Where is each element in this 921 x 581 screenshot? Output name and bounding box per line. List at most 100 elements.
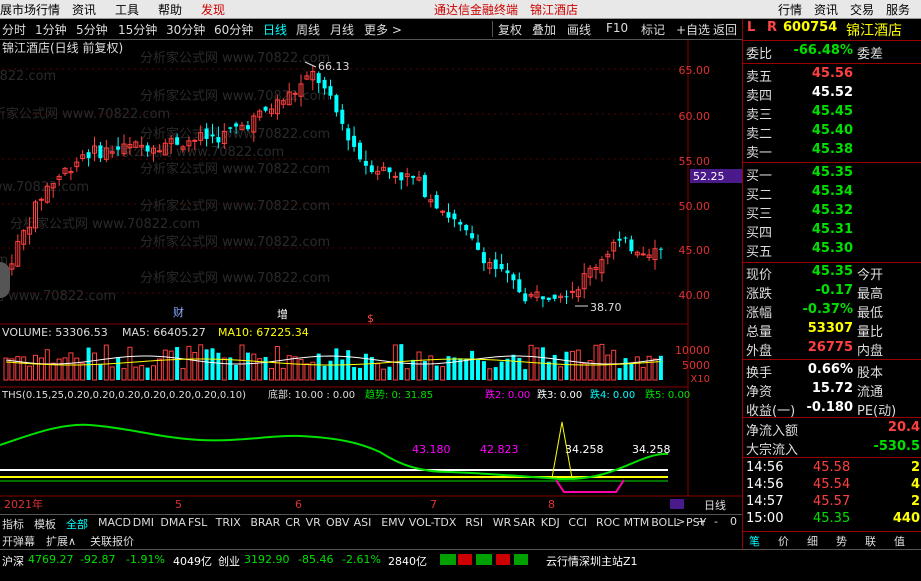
menu-tools[interactable]: 工具 (115, 1, 139, 18)
order-ratio-value: -66.48% (793, 43, 853, 58)
period-1min[interactable]: 1分钟 (35, 21, 67, 38)
period-daily[interactable]: 日线 (263, 21, 287, 38)
order-diff-label: 委差 (857, 47, 884, 62)
indicator-tab[interactable]: 模板 (34, 516, 56, 532)
tabs-scroll-right[interactable]: > (676, 515, 685, 528)
candle-body (411, 175, 416, 178)
bid-row: 买五 45.30 (743, 241, 921, 260)
period-tick[interactable]: 分时 (2, 21, 26, 38)
cy-change: -85.46 (298, 553, 334, 566)
volume-bar (564, 351, 569, 380)
server-label[interactable]: 云行情深圳主站Z1 (546, 553, 638, 569)
volume-bar (481, 361, 486, 380)
draw-button[interactable]: 画线 (567, 21, 591, 38)
indicator-tab[interactable]: VOL-TDX (409, 516, 457, 529)
ma5-label: MA5: 66405.27 (122, 326, 206, 339)
event-dividend[interactable]: $ (367, 312, 374, 325)
volume-bar (493, 367, 498, 380)
danmaku-toggle[interactable]: 开弹幕 (2, 533, 35, 549)
indicator-tab[interactable]: DMA (160, 516, 186, 529)
menu-info[interactable]: 资讯 (814, 1, 838, 18)
quote-tab[interactable]: 联 (865, 533, 876, 549)
zoom-reset-button[interactable]: 0 (730, 515, 737, 528)
indicator-tab[interactable]: CR (285, 516, 300, 529)
menu-trade[interactable]: 交易 (850, 1, 874, 18)
tick-row: 15:00 45.35 440 (743, 511, 921, 530)
indicator-tab[interactable]: FSL (188, 516, 207, 529)
bid-row-label: 买二 (746, 188, 773, 203)
candle-body (292, 92, 298, 95)
volume-bar (646, 355, 652, 381)
candle-body (464, 225, 469, 231)
restore-button[interactable]: 复权 (498, 21, 522, 38)
menu-news[interactable]: 资讯 (72, 1, 96, 18)
indicator-tab[interactable]: BRAR (250, 516, 280, 529)
stock-flow-bar (514, 554, 528, 565)
indicator-tab[interactable]: EMV (381, 516, 405, 529)
mark-button[interactable]: 标记 (641, 21, 665, 38)
related-quote[interactable]: 关联报价 (90, 533, 134, 549)
indicator-tab[interactable]: WR (493, 516, 512, 529)
indicator-tab[interactable]: ROC (596, 516, 620, 529)
quote-tab[interactable]: 势 (836, 533, 847, 549)
volume-bar (505, 358, 510, 380)
stat-row-label2: 今开 (857, 268, 884, 283)
side-collapse-handle[interactable] (0, 262, 10, 298)
menu-discover[interactable]: 发现 (201, 1, 225, 18)
indicator-tab[interactable]: VR (306, 516, 321, 529)
indicator-tab[interactable]: KDJ (541, 516, 560, 529)
quote-tab[interactable]: 笔 (749, 533, 760, 549)
quote-panel: L R 600754 锦江酒店 委比 -66.48% 委差 笔 价 细 势 联 值 卖五 4… (742, 19, 921, 549)
ask-row-value: 45.38 (811, 142, 853, 157)
add-watchlist-button[interactable]: +自选 (676, 21, 710, 38)
period-15min[interactable]: 15分钟 (118, 21, 157, 38)
expand-toggle[interactable]: 扩展∧ (46, 533, 76, 549)
ths-value: 34.258 (565, 443, 604, 456)
menu-quote[interactable]: 行情 (778, 1, 802, 18)
volume-bar (80, 362, 86, 381)
volume-bar (27, 365, 33, 381)
candles-layer (3, 65, 663, 308)
indicator-tab[interactable]: SAR (513, 516, 535, 529)
period-30min[interactable]: 30分钟 (166, 21, 205, 38)
menu-market[interactable]: 展市场行情 (0, 1, 60, 18)
menu-help[interactable]: 帮助 (158, 1, 182, 18)
period-5min[interactable]: 5分钟 (76, 21, 108, 38)
indicator-tab[interactable]: DMI (133, 516, 154, 529)
zoom-in-button[interactable]: + (697, 515, 706, 528)
watermark: 分析家公式网 www.70822.com (0, 288, 116, 304)
period-more[interactable]: 更多 > (364, 21, 402, 38)
menu-service[interactable]: 服务 (886, 1, 910, 18)
kline-chart[interactable]: 分析家公式网 www.70822.com 分析家公式网 www.70822.com… (0, 40, 742, 514)
event-increase[interactable]: 增 (277, 307, 288, 321)
zoom-out-button[interactable]: - (714, 515, 718, 528)
event-finance[interactable]: 财 (173, 305, 184, 319)
volume-bar (511, 354, 516, 380)
quote-tab[interactable]: 价 (778, 533, 789, 549)
quote-tab[interactable]: 细 (807, 533, 818, 549)
indicator-tab[interactable]: 指标 (2, 516, 24, 532)
indicator-tab[interactable]: ASI (354, 516, 372, 529)
indicator-tab[interactable]: RSI (465, 516, 483, 529)
indicator-tab[interactable]: MACD (98, 516, 131, 529)
indicator-tab[interactable]: MTM (624, 516, 650, 529)
cy-amount: 2840亿 (388, 555, 427, 568)
candle-body (499, 264, 504, 270)
time-cursor[interactable] (670, 499, 684, 509)
indicator-tab[interactable]: CCI (568, 516, 587, 529)
indicator-tab[interactable]: OBV (326, 516, 349, 529)
volume-bar (499, 361, 504, 380)
back-button[interactable]: 返回 (713, 21, 737, 38)
indicator-tab[interactable]: 全部 (66, 516, 88, 532)
overlay-button[interactable]: 叠加 (532, 21, 556, 38)
quote-tab[interactable]: 值 (894, 533, 905, 549)
f10-button[interactable]: F10 (606, 21, 628, 35)
indicator-tab[interactable]: TRIX (216, 516, 241, 529)
candle-body (334, 95, 339, 113)
period-monthly[interactable]: 月线 (330, 21, 354, 38)
volume-bar (416, 351, 422, 381)
candle-body (369, 165, 374, 173)
period-60min[interactable]: 60分钟 (214, 21, 253, 38)
watermark: 分析家公式网 www.70822.com (140, 234, 330, 250)
period-weekly[interactable]: 周线 (296, 21, 320, 38)
